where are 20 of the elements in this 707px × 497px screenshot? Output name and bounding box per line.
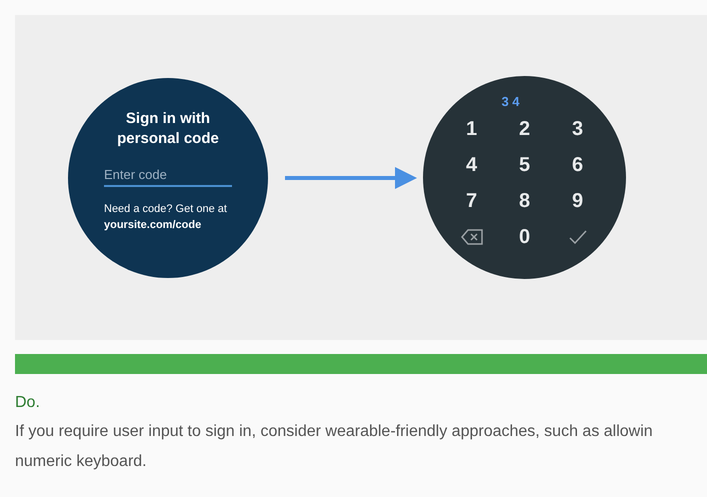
entered-code: 3 4 <box>501 94 520 109</box>
digit-key[interactable]: 8 <box>498 183 551 219</box>
digit-key[interactable]: 6 <box>551 147 604 183</box>
arrow-icon <box>285 166 417 190</box>
digit-key[interactable]: 7 <box>445 183 498 219</box>
code-field[interactable]: Enter code <box>104 164 232 186</box>
do-label: Do. <box>15 394 41 412</box>
digit-key[interactable]: 2 <box>498 111 551 147</box>
digit-key[interactable]: 4 <box>445 147 498 183</box>
help-text: Need a code? Get one at yoursite.com/code <box>104 202 228 232</box>
sign-in-title: Sign in with personal code <box>116 108 220 148</box>
description-line: If you require user input to sign in, consider wearable-friendly approaches, such as allowin <box>15 422 654 442</box>
digit-key[interactable]: 5 <box>498 147 551 183</box>
digit-key[interactable]: 9 <box>551 183 604 219</box>
backspace-icon[interactable] <box>460 229 482 245</box>
check-icon[interactable] <box>568 230 586 244</box>
digit-key[interactable]: 3 <box>551 111 604 147</box>
description-line: numeric keyboard. <box>15 452 148 472</box>
digit-key[interactable]: 0 <box>498 219 551 255</box>
digit-key[interactable]: 1 <box>445 111 498 147</box>
